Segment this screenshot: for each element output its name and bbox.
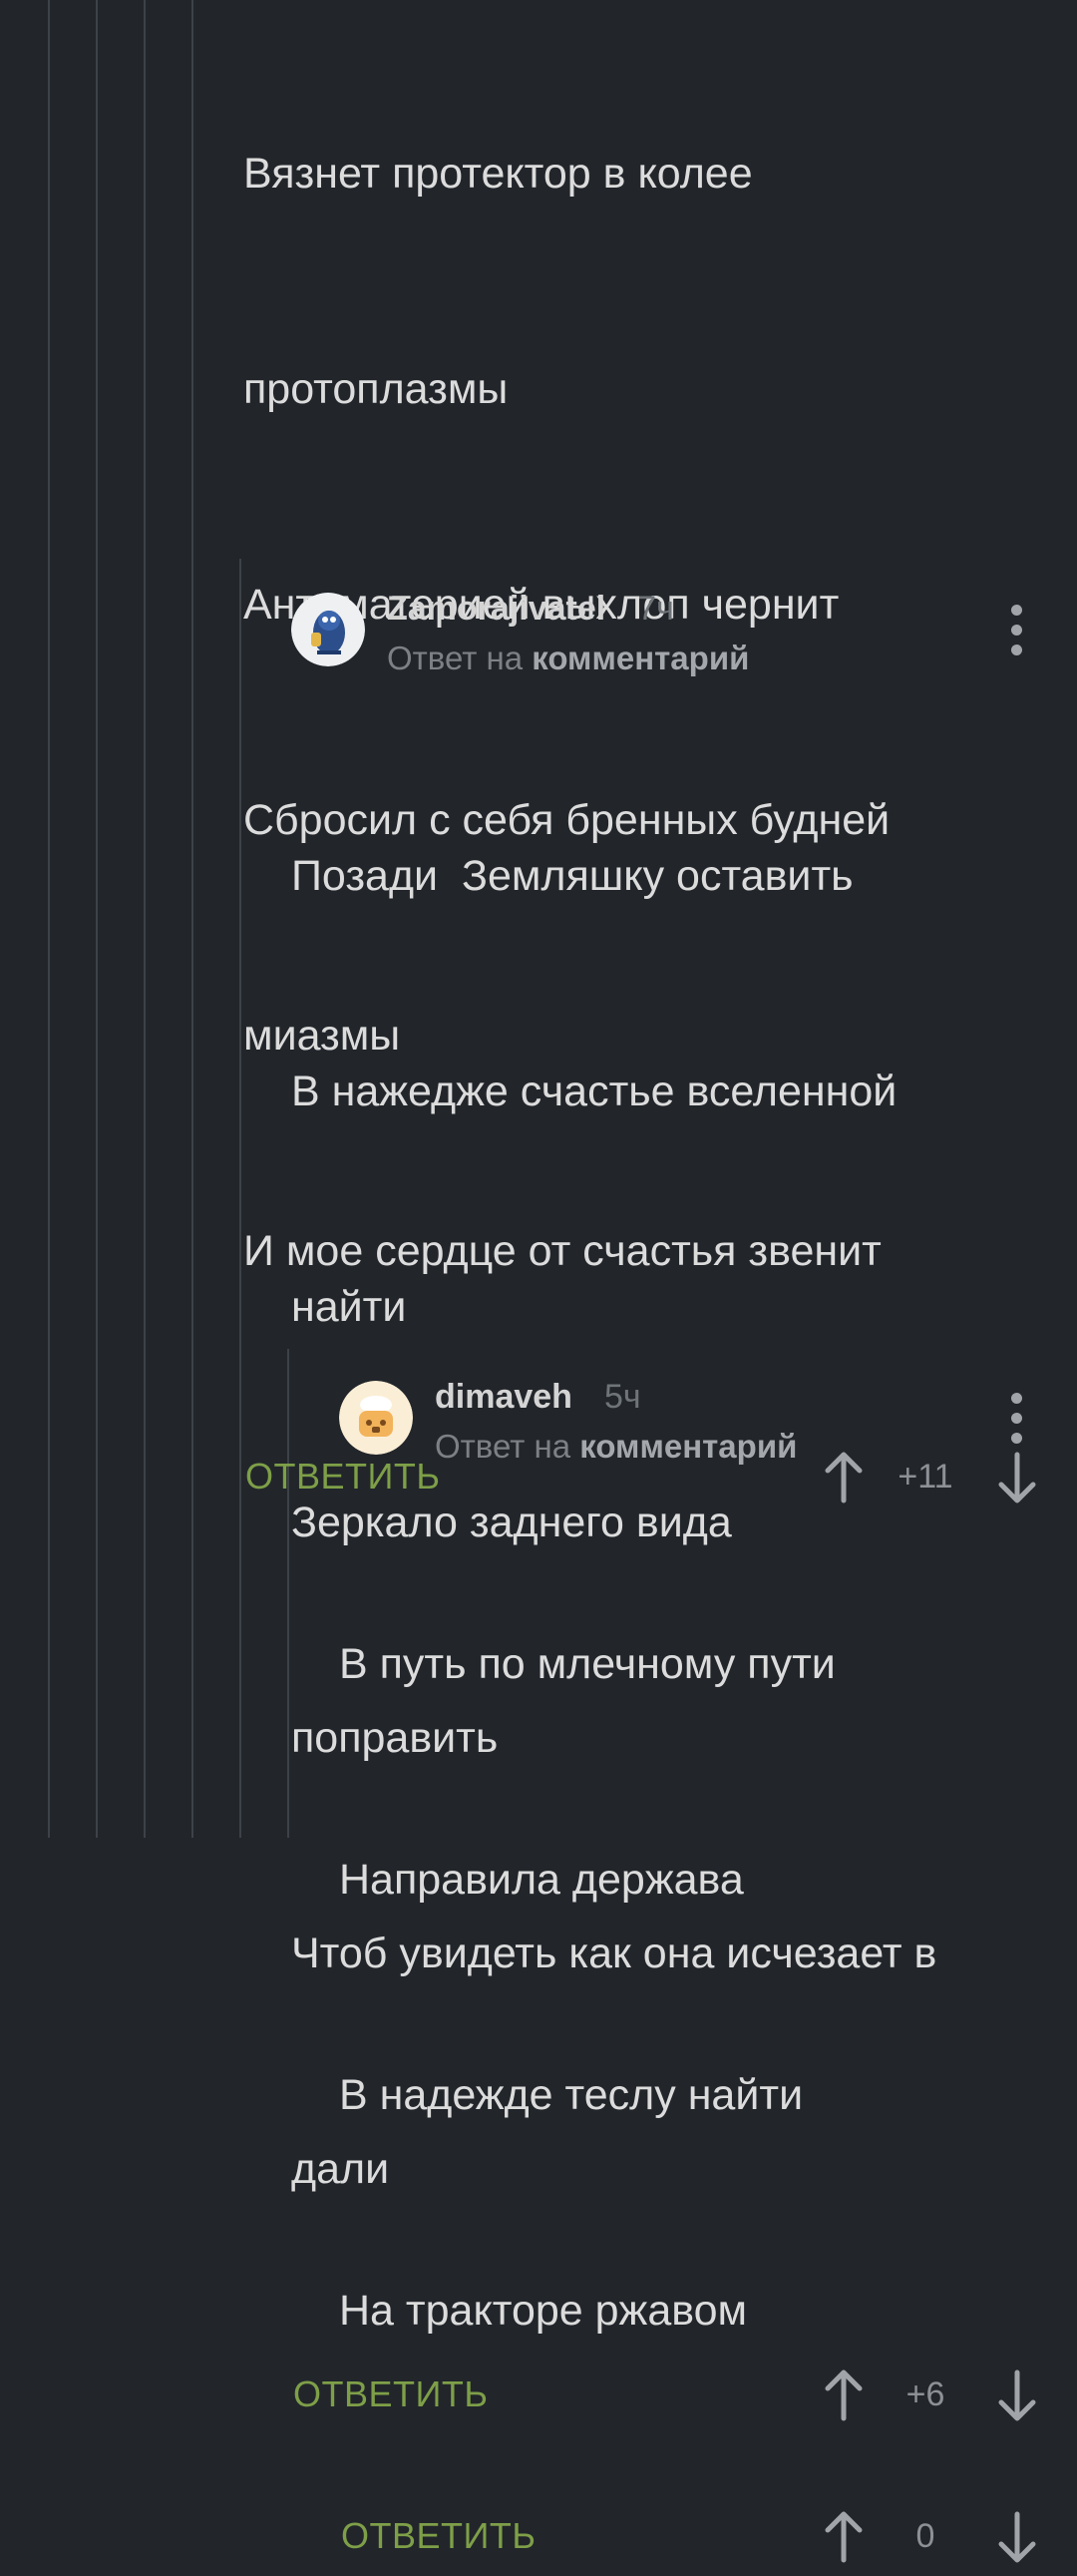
comment-line: Вязнет протектор в колее: [243, 150, 753, 198]
username[interactable]: Zamorajivatel 7ч: [387, 583, 674, 635]
thread-line: [48, 0, 50, 1838]
comment-line: Позади Земляшку оставить: [291, 852, 854, 900]
more-options-icon[interactable]: [1009, 605, 1023, 656]
comment-text: В путь по млечному пути Направила держав…: [339, 1485, 1077, 2490]
comment-line: протоплазмы: [243, 365, 509, 413]
reply-to-prefix: Ответ на: [435, 1428, 571, 1465]
reply-to-info: Ответ на комментарий: [387, 633, 749, 684]
comment-header: Zamorajivatel 7ч Ответ на комментарий: [291, 583, 1077, 692]
arrow-down-icon[interactable]: [995, 2510, 1039, 2564]
comment-line: В нажедже счастье вселенной: [291, 1068, 898, 1115]
username-text[interactable]: dimaveh: [435, 1378, 572, 1416]
reply-to-link[interactable]: комментарий: [532, 640, 749, 676]
comment-line: В надежде теслу найти: [339, 2071, 804, 2119]
reply-to-prefix: Ответ на: [387, 640, 524, 676]
arrow-up-icon[interactable]: [822, 2510, 866, 2564]
comment-time: 5ч: [603, 1378, 641, 1416]
thread-line: [96, 0, 98, 1838]
comment-time: 7ч: [637, 590, 674, 628]
avatar[interactable]: [291, 593, 365, 666]
comment: dimaveh 5ч Ответ на комментарий В путь по…: [339, 1371, 1077, 2576]
thread-line: [239, 559, 241, 1838]
thread-line: [144, 0, 146, 1838]
avatar[interactable]: [339, 1381, 413, 1455]
comment-line: На тракторе ржавом: [339, 2287, 748, 2335]
more-options-icon[interactable]: [1009, 1393, 1023, 1445]
vote-score: 0: [915, 2517, 935, 2555]
username-text[interactable]: Zamorajivatel: [387, 590, 605, 628]
comment-actions: ОТВЕТИТЬ 0: [339, 2496, 1077, 2576]
comment-line: Направила держава: [339, 1856, 744, 1904]
reply-button[interactable]: ОТВЕТИТЬ: [341, 2496, 537, 2576]
comment-header: dimaveh 5ч Ответ на комментарий: [339, 1371, 1077, 1481]
reply-to-info: Ответ на комментарий: [435, 1421, 797, 1473]
thread-line: [191, 0, 193, 1838]
username[interactable]: dimaveh 5ч: [435, 1371, 641, 1423]
comment-line: В путь по млечному пути: [339, 1640, 836, 1688]
reply-to-link[interactable]: комментарий: [579, 1428, 797, 1465]
comment-line: найти: [291, 1283, 407, 1331]
